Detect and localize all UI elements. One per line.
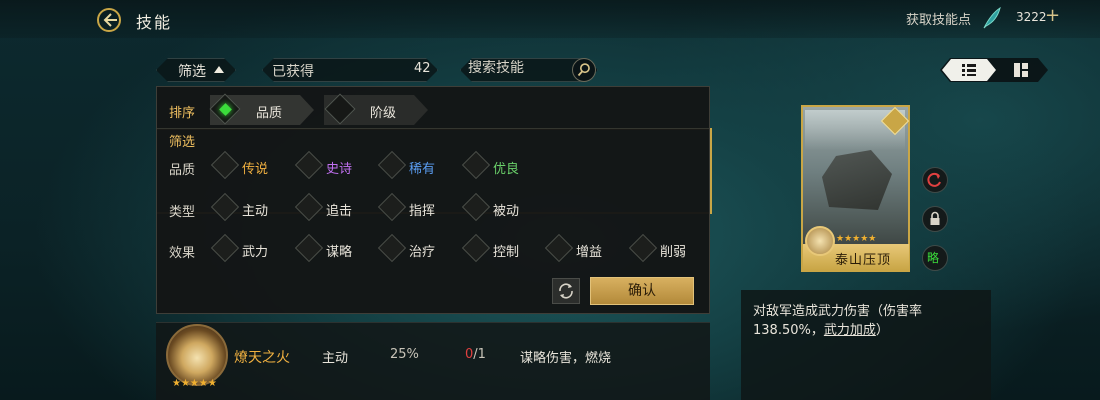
card-stars: ★★★★★ — [836, 234, 877, 244]
sort-label: 排序 — [169, 106, 196, 121]
filter-option-label: 控制 — [493, 245, 520, 260]
filter-row-label: 品质 — [169, 163, 196, 178]
filter-option-label: 谋略 — [326, 245, 353, 260]
reset-button[interactable] — [922, 167, 948, 193]
filter-option-label: 主动 — [242, 204, 269, 219]
sort-option-level-label: 阶级 — [370, 106, 397, 121]
sort-option-quality-label: 品质 — [256, 106, 283, 121]
divider — [157, 128, 709, 129]
refresh-button[interactable] — [552, 278, 580, 304]
description-line-2-prefix: 138.50%， — [753, 323, 824, 338]
list-view-button[interactable] — [942, 59, 996, 81]
plus-icon[interactable]: + — [1045, 6, 1060, 26]
filter-option-label: 指挥 — [409, 204, 436, 219]
card-portrait — [805, 226, 835, 256]
feather-icon — [983, 6, 1001, 29]
chevron-up-icon — [214, 66, 224, 73]
grid-view-button[interactable] — [1000, 59, 1044, 81]
refresh-icon — [559, 283, 573, 299]
skill-name: 燎天之火 — [234, 350, 290, 366]
list-view-icon — [961, 63, 977, 77]
search-icon[interactable] — [572, 58, 596, 82]
obtain-points-link[interactable]: 获取技能点 — [906, 9, 971, 28]
filter-option-label: 史诗 — [326, 162, 353, 177]
strategy-label: 略 — [927, 251, 940, 265]
filter-option-label: 传说 — [242, 162, 269, 177]
filter-button-label: 筛选 — [178, 64, 206, 80]
filter-option-label: 武力 — [242, 245, 269, 260]
filter-option-label: 稀有 — [409, 162, 436, 177]
filter-option-label: 优良 — [493, 162, 520, 177]
filter-row-label: 效果 — [169, 246, 196, 261]
skill-type: 主动 — [322, 351, 349, 366]
skill-stars: ★★★★★ — [172, 378, 217, 389]
obtained-count: 42 — [414, 61, 431, 76]
lock-button[interactable] — [922, 206, 948, 232]
filter-option-label: 增益 — [576, 245, 603, 260]
skill-description: 谋略伤害，燃烧 — [520, 351, 612, 366]
page-title: 技能 — [136, 13, 173, 32]
description-line-1: 对敌军造成武力伤害（伤害率 — [753, 304, 923, 319]
filter-option-label: 治疗 — [409, 245, 436, 260]
card-name: 泰山压顶 — [835, 253, 892, 268]
skill-count: 0/1 — [465, 347, 486, 362]
filter-section-label: 筛选 — [169, 135, 196, 150]
filter-row-label: 类型 — [169, 205, 196, 220]
search-input[interactable] — [468, 60, 568, 76]
filter-option-label: 削弱 — [660, 245, 687, 260]
skill-rate: 25% — [390, 347, 419, 362]
reset-icon — [927, 172, 941, 187]
description-line-2-suffix: ） — [875, 323, 889, 338]
back-arrow-icon[interactable] — [96, 7, 122, 33]
lock-icon — [930, 211, 940, 225]
filter-option-label: 追击 — [326, 204, 353, 219]
obtained-label: 已获得 — [272, 64, 314, 80]
confirm-button[interactable]: 确认 — [590, 277, 694, 305]
description-line-2: 138.50%，武力加成） — [753, 319, 889, 338]
skill-avatar — [166, 324, 228, 386]
skill-count-total: /1 — [473, 347, 486, 362]
filter-option-label: 被动 — [493, 204, 520, 219]
skill-points-value: 3222 — [1016, 10, 1047, 24]
grid-view-icon — [1014, 63, 1028, 77]
force-bonus-link[interactable]: 武力加成 — [824, 323, 876, 338]
